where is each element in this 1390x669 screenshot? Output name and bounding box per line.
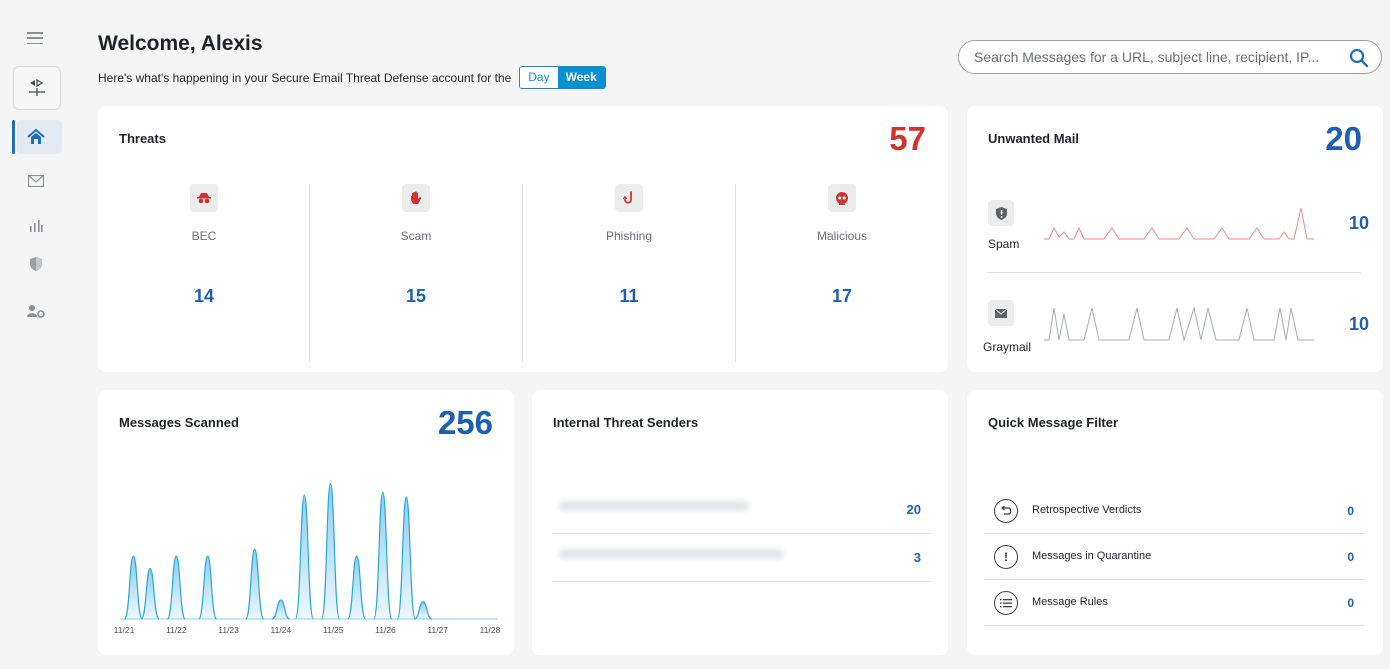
threats-title: Threats — [119, 131, 166, 146]
threat-label: BEC — [191, 229, 217, 243]
filter-count: 0 — [1347, 596, 1354, 610]
threat-label: Scam — [400, 229, 432, 243]
sender-count: 20 — [906, 502, 921, 517]
quick-message-filter-card: Quick Message Filter Retrospective Verdi… — [967, 390, 1383, 655]
filter-count: 0 — [1347, 504, 1354, 518]
graymail-sparkline — [1044, 306, 1314, 342]
threats-card: Threats 57 BEC 14 Scam 15 Phishing 11 Ma… — [98, 106, 948, 372]
x-tick-label: 11/28 — [480, 625, 501, 635]
app-switcher-icon — [29, 78, 45, 96]
messages-scanned-chart: 11/21 11/22 11/23 11/24 11/25 11/26 11/27 11/28 — [114, 483, 501, 635]
account-summary: Here's what's happening in your Secure E… — [98, 66, 606, 89]
search-bar[interactable] — [958, 40, 1382, 74]
home-icon[interactable] — [26, 127, 46, 147]
threat-count: 14 — [193, 286, 215, 306]
filter-label: Retrospective Verdicts — [1032, 504, 1142, 516]
spam-label: Spam — [988, 237, 1020, 251]
period-week-button[interactable]: Week — [557, 67, 605, 88]
threat-phishing[interactable]: Phishing 11 — [523, 184, 735, 364]
menu-icon[interactable] — [27, 32, 43, 44]
redacted-sender — [559, 501, 749, 511]
graymail-label: Graymail — [983, 340, 1032, 354]
period-day-button[interactable]: Day — [520, 67, 558, 88]
page-title: Welcome, Alexis — [98, 32, 263, 55]
summary-text: Here's what's happening in your Secure E… — [98, 70, 512, 85]
alert-icon: ! — [994, 545, 1018, 569]
sidebar — [0, 0, 76, 669]
x-tick-label: 11/24 — [271, 625, 292, 635]
redacted-sender — [559, 549, 784, 559]
mail-icon[interactable] — [26, 171, 46, 191]
x-tick-label: 11/26 — [375, 625, 396, 635]
threat-label: Malicious — [816, 229, 867, 243]
threat-label: Phishing — [605, 229, 653, 243]
app-switcher-button[interactable] — [13, 66, 61, 110]
search-input[interactable] — [974, 49, 1334, 65]
shield-alert-icon — [988, 200, 1014, 226]
search-icon[interactable] — [1349, 48, 1369, 68]
shield-icon[interactable] — [26, 254, 46, 274]
spy-icon — [190, 184, 218, 212]
bar-chart-icon[interactable] — [26, 216, 46, 236]
skull-icon — [828, 184, 856, 212]
internal-threat-senders-card: Internal Threat Senders 20 3 — [532, 390, 948, 655]
threat-scam[interactable]: Scam 15 — [310, 184, 522, 364]
row-divider — [553, 581, 931, 582]
threat-bec[interactable]: BEC 14 — [98, 184, 310, 364]
threat-malicious[interactable]: Malicious 17 — [736, 184, 948, 364]
threats-total: 57 — [889, 120, 926, 157]
threat-count: 11 — [619, 286, 639, 306]
hand-icon — [402, 184, 430, 212]
unwanted-total: 20 — [1325, 120, 1362, 157]
filter-retrospective-verdicts[interactable]: Retrospective Verdicts 0 — [984, 488, 1364, 534]
x-tick-label: 11/25 — [323, 625, 344, 635]
sender-count: 3 — [913, 550, 921, 565]
list-item[interactable]: 20 — [553, 488, 931, 534]
unwanted-mail-card: Unwanted Mail 20 Spam 10 Graymail 10 — [967, 106, 1383, 372]
x-tick-label: 11/21 — [114, 625, 135, 635]
messages-scanned-card: Messages Scanned 256 11/21 11/22 11/23 11/2… — [98, 390, 514, 655]
list-icon — [994, 591, 1018, 615]
unwanted-title: Unwanted Mail — [988, 131, 1080, 146]
undo-icon — [994, 499, 1018, 523]
spam-count: 10 — [1348, 213, 1369, 233]
row-divider — [987, 272, 1361, 273]
row-divider — [984, 625, 1364, 626]
quick-title: Quick Message Filter — [988, 415, 1119, 430]
envelope-icon — [988, 300, 1014, 326]
filter-label: Message Rules — [1032, 596, 1108, 608]
filter-count: 0 — [1347, 550, 1354, 564]
x-tick-label: 11/23 — [218, 625, 239, 635]
row-divider — [553, 533, 931, 534]
filter-messages-in-quarantine[interactable]: ! Messages in Quarantine 0 — [984, 534, 1364, 580]
threat-count: 15 — [405, 286, 427, 306]
internal-title: Internal Threat Senders — [553, 415, 699, 430]
user-settings-icon[interactable] — [26, 301, 46, 321]
spam-sparkline — [1044, 207, 1314, 240]
graymail-count: 10 — [1348, 314, 1369, 334]
active-indicator — [12, 120, 15, 154]
fishhook-icon — [615, 184, 643, 212]
x-tick-label: 11/27 — [427, 625, 448, 635]
filter-message-rules[interactable]: Message Rules 0 — [984, 580, 1364, 626]
x-tick-label: 11/22 — [166, 625, 187, 635]
filter-label: Messages in Quarantine — [1032, 550, 1152, 562]
period-toggle[interactable]: Day Week — [519, 66, 606, 89]
list-item[interactable]: 3 — [553, 536, 931, 582]
threat-count: 17 — [831, 286, 853, 306]
